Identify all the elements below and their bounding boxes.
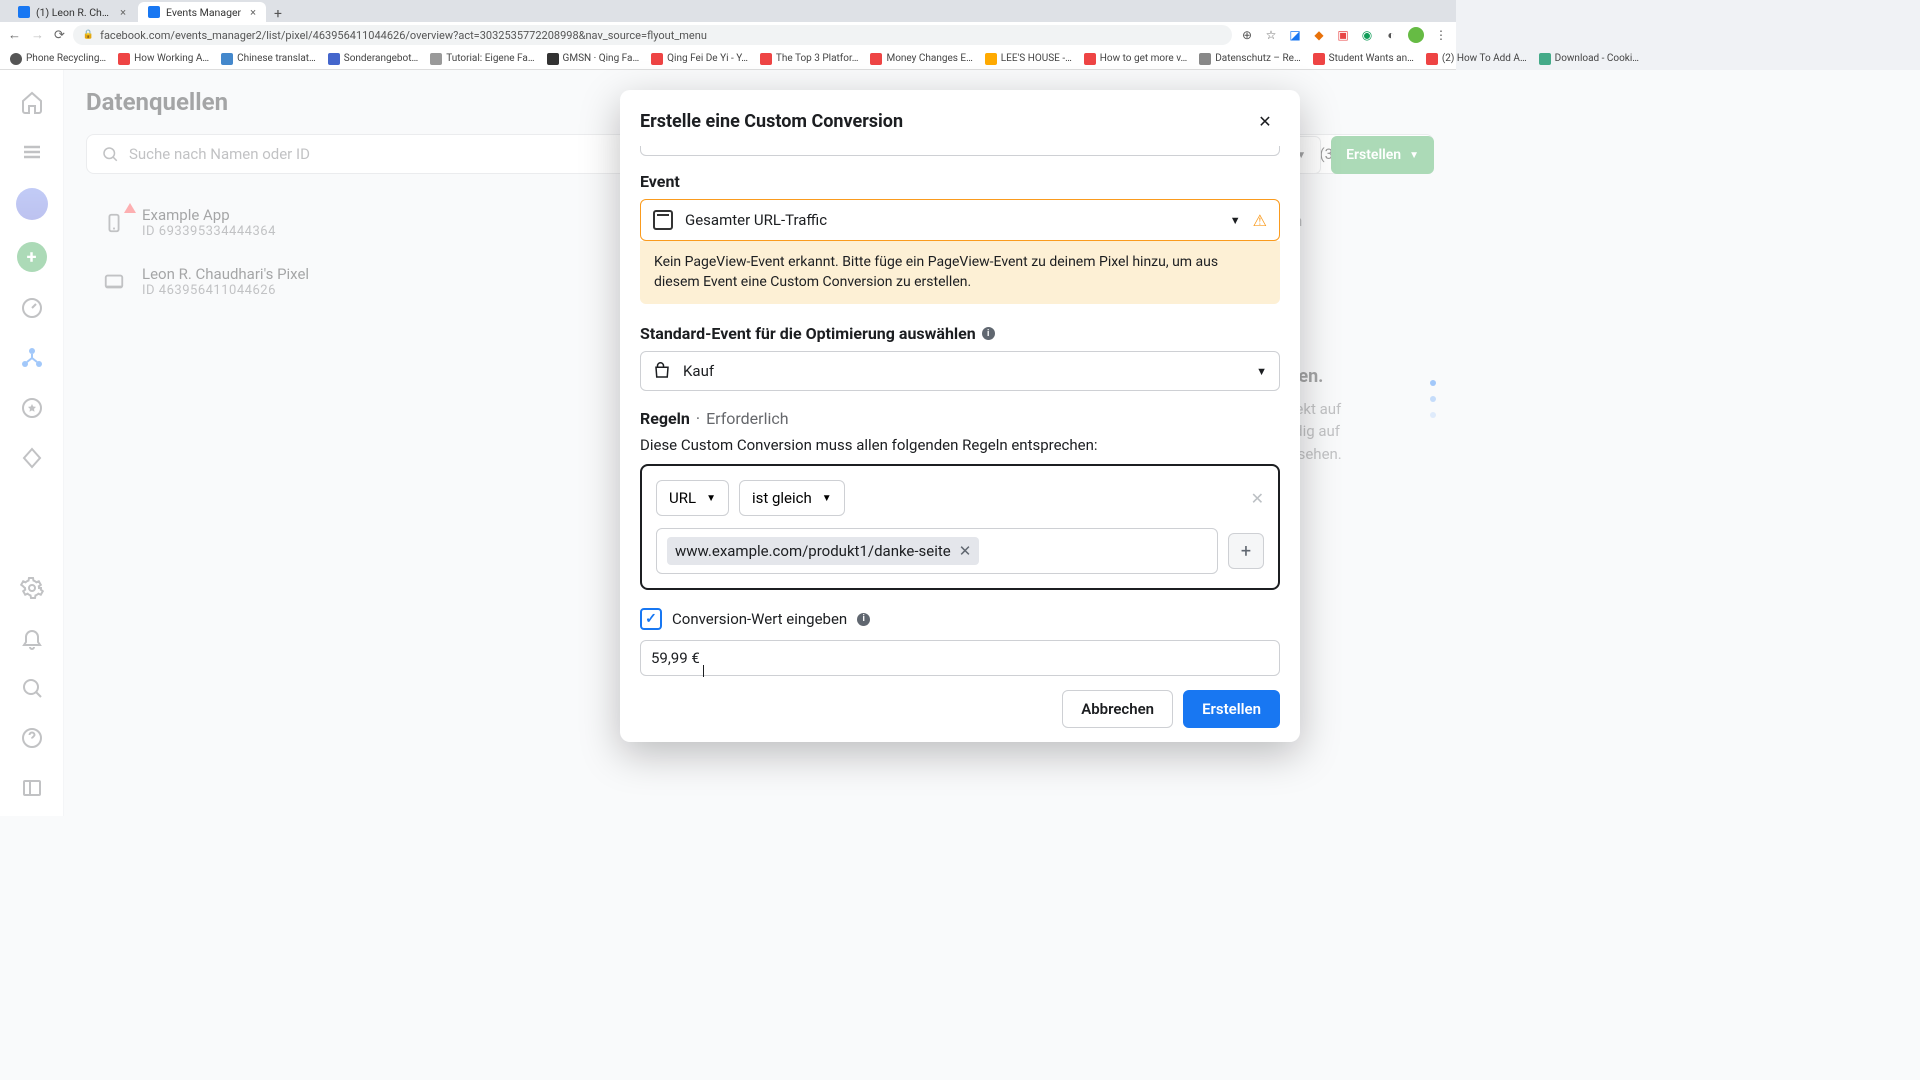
add-rule-button[interactable]: + bbox=[1228, 533, 1264, 569]
conversion-value-input[interactable]: 59,99 € bbox=[640, 640, 1280, 676]
facebook-favicon bbox=[148, 6, 160, 18]
back-icon[interactable]: ← bbox=[8, 27, 21, 43]
conversion-value-checkbox[interactable]: ✓ bbox=[640, 608, 662, 630]
bookmarks-bar: Phone Recycling… How Working A… Chinese … bbox=[0, 48, 1456, 70]
standard-event-select[interactable]: Kauf ▼ bbox=[640, 351, 1280, 391]
profile-avatar-icon[interactable] bbox=[1408, 27, 1424, 43]
warning-icon: ⚠ bbox=[1253, 211, 1267, 230]
bookmark-item[interactable]: Tutorial: Eigene Fa… bbox=[430, 53, 534, 65]
url-chip: www.example.com/produkt1/danke-seite ✕ bbox=[667, 537, 979, 565]
star-icon[interactable]: ☆ bbox=[1264, 28, 1278, 42]
bookmark-item[interactable]: Download - Cooki… bbox=[1539, 53, 1639, 65]
cancel-button[interactable]: Abbrechen bbox=[1062, 690, 1173, 728]
facebook-favicon bbox=[18, 6, 30, 18]
reload-icon[interactable]: ⟳ bbox=[54, 28, 65, 43]
chevron-down-icon: ▼ bbox=[822, 493, 832, 504]
ext-icon[interactable]: ◉ bbox=[1360, 28, 1374, 42]
bookmark-item[interactable]: LEE'S HOUSE -… bbox=[985, 53, 1072, 65]
remove-rule-button[interactable]: ✕ bbox=[1251, 489, 1264, 508]
bookmark-item[interactable]: Money Changes E… bbox=[870, 53, 972, 65]
lock-icon: 🔒 bbox=[83, 30, 94, 40]
close-icon[interactable]: × bbox=[250, 6, 256, 19]
ext-icon[interactable]: ◐ bbox=[1384, 28, 1398, 42]
close-button[interactable]: ✕ bbox=[1250, 106, 1280, 136]
bookmark-item[interactable]: Sonderangebot… bbox=[328, 53, 418, 65]
menu-icon[interactable]: ⋮ bbox=[1434, 28, 1448, 42]
event-warning: Kein PageView-Event erkannt. Bitte füge … bbox=[640, 241, 1280, 304]
custom-conversion-modal: Erstelle eine Custom Conversion ✕ Event … bbox=[620, 90, 1300, 742]
zoom-icon[interactable]: ⊕ bbox=[1240, 28, 1254, 42]
rule-url-input[interactable]: www.example.com/produkt1/danke-seite ✕ bbox=[656, 528, 1218, 574]
bookmark-item[interactable]: GMSN · Qing Fa… bbox=[547, 53, 640, 65]
modal-title: Erstelle eine Custom Conversion bbox=[640, 111, 903, 132]
bookmark-item[interactable]: The Top 3 Platfor… bbox=[760, 53, 859, 65]
new-tab-button[interactable]: + bbox=[268, 6, 288, 22]
bookmark-item[interactable]: Chinese translat… bbox=[221, 53, 316, 65]
bookmark-item[interactable]: Student Wants an… bbox=[1313, 53, 1414, 65]
forward-icon[interactable]: → bbox=[31, 27, 44, 43]
conversion-value-label: Conversion-Wert eingeben bbox=[672, 610, 847, 628]
text-cursor bbox=[703, 665, 704, 677]
submit-button[interactable]: Erstellen bbox=[1183, 690, 1280, 728]
standard-event-label: Standard-Event für die Optimierung auswä… bbox=[640, 324, 1280, 343]
bookmark-item[interactable]: (2) How To Add A… bbox=[1426, 53, 1527, 65]
tab-bar: (1) Leon R. Chaudhari | Faceb… × Events … bbox=[0, 0, 1456, 22]
modal-overlay: Erstelle eine Custom Conversion ✕ Event … bbox=[0, 70, 1920, 1080]
address-bar[interactable]: 🔒 facebook.com/events_manager2/list/pixe… bbox=[73, 25, 1232, 45]
browser-tab[interactable]: (1) Leon R. Chaudhari | Faceb… × bbox=[8, 2, 136, 22]
rule-field-select[interactable]: URL ▼ bbox=[656, 480, 729, 516]
rules-description: Diese Custom Conversion muss allen folge… bbox=[640, 436, 1280, 454]
shopping-bag-icon bbox=[653, 362, 671, 380]
url-text: facebook.com/events_manager2/list/pixel/… bbox=[100, 29, 707, 42]
browser-tab-active[interactable]: Events Manager × bbox=[138, 2, 266, 22]
event-label: Event bbox=[640, 172, 1280, 191]
rule-group: URL ▼ ist gleich ▼ ✕ www.example.com/pro… bbox=[640, 464, 1280, 590]
chevron-down-icon: ▼ bbox=[1256, 365, 1267, 378]
close-icon[interactable]: × bbox=[120, 6, 126, 19]
info-icon[interactable]: i bbox=[982, 327, 995, 340]
ext-icon[interactable]: ▣ bbox=[1336, 28, 1350, 42]
scrolled-content-peek bbox=[640, 146, 1280, 156]
chevron-down-icon: ▼ bbox=[1230, 214, 1241, 227]
bookmark-item[interactable]: How Working A… bbox=[118, 53, 209, 65]
remove-chip-button[interactable]: ✕ bbox=[959, 542, 972, 560]
ext-icon[interactable]: ◆ bbox=[1312, 28, 1326, 42]
rule-operator-select[interactable]: ist gleich ▼ bbox=[739, 480, 845, 516]
bookmark-item[interactable]: Qing Fei De Yi - Y… bbox=[651, 53, 748, 65]
bookmark-item[interactable]: Datenschutz – Re… bbox=[1199, 53, 1300, 65]
ext-icon[interactable]: ◪ bbox=[1288, 28, 1302, 42]
browser-window-icon bbox=[653, 210, 673, 230]
bookmark-item[interactable]: How to get more v… bbox=[1084, 53, 1187, 65]
rules-label: Regeln · Erforderlich bbox=[640, 409, 1280, 428]
bookmark-item[interactable]: Phone Recycling… bbox=[10, 53, 106, 65]
info-icon[interactable]: i bbox=[857, 613, 870, 626]
chevron-down-icon: ▼ bbox=[706, 493, 716, 504]
event-select[interactable]: Gesamter URL-Traffic ▼ ⚠ bbox=[640, 199, 1280, 241]
